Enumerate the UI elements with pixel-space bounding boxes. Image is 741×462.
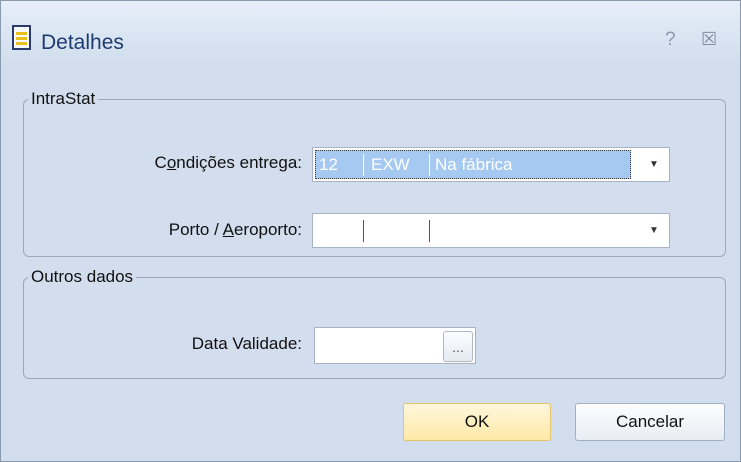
title-bar: Detalhes ? ☒ xyxy=(1,1,740,65)
porto-aeroporto-label: Porto / Aeroporto: xyxy=(168,220,302,239)
condicoes-code: 12 xyxy=(319,155,338,174)
condicoes-entrega-label: Condições entrega: xyxy=(154,153,302,172)
ok-button[interactable]: OK xyxy=(403,403,551,441)
cancel-button[interactable]: Cancelar xyxy=(575,403,725,441)
document-icon xyxy=(11,25,33,51)
help-button[interactable]: ? xyxy=(665,29,676,51)
condicoes-incoterm: EXW xyxy=(371,155,410,174)
column-separator xyxy=(363,154,364,176)
condicoes-description: Na fábrica xyxy=(435,155,513,174)
porto-aeroporto-combo[interactable]: ▼ xyxy=(312,213,670,248)
column-separator xyxy=(429,220,430,242)
column-separator xyxy=(363,220,364,242)
outros-dados-group: Outros dados Data Validade: ... xyxy=(23,267,726,379)
dropdown-arrow-icon[interactable]: ▼ xyxy=(639,214,669,247)
date-picker-button[interactable]: ... xyxy=(443,331,473,362)
data-validade-field[interactable]: ... xyxy=(314,327,476,364)
intrastat-group: IntraStat Condições entrega: 12 EXW Na f… xyxy=(23,89,726,257)
intrastat-legend: IntraStat xyxy=(31,89,96,108)
window-title: Detalhes xyxy=(41,31,124,54)
details-dialog: Detalhes ? ☒ IntraStat Condições entrega… xyxy=(0,0,741,462)
condicoes-entrega-combo[interactable]: 12 EXW Na fábrica ▼ xyxy=(312,147,670,182)
dropdown-arrow-icon[interactable]: ▼ xyxy=(639,148,669,181)
close-button[interactable]: ☒ xyxy=(701,29,717,50)
data-validade-label: Data Validade: xyxy=(191,334,302,353)
outros-dados-legend: Outros dados xyxy=(31,267,134,286)
column-separator xyxy=(429,154,430,176)
